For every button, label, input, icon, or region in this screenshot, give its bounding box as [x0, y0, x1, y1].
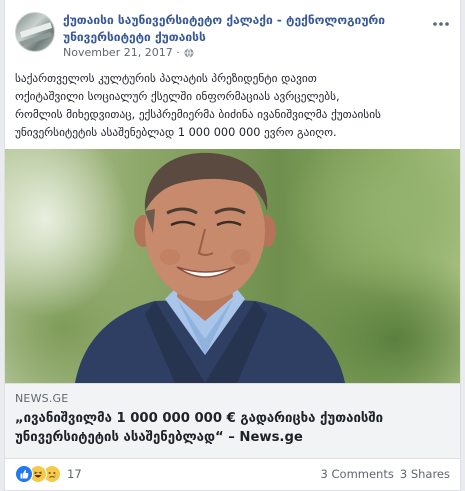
post-card: ქუთაისი საუნივერსიტეტო ქალაქი - ტექნოლოგ…	[4, 0, 461, 491]
comments-count[interactable]: 3 Comments	[321, 467, 394, 481]
person-photo	[75, 152, 345, 383]
reaction-count[interactable]: 17	[67, 467, 82, 481]
reactions-summary[interactable]: 17	[15, 465, 82, 483]
page-avatar[interactable]	[15, 12, 55, 52]
link-preview[interactable]: NEWS.GE „ივანიშვილმა 1 000 000 000 € გად…	[5, 383, 460, 459]
post-text: საქართველოს კულტურის პალატის პრეზიდენტი …	[15, 70, 455, 142]
link-title-line-1[interactable]: „ივანიშვილმა 1 000 000 000 € გადარიცხა ქ…	[15, 409, 453, 428]
post-text-line-4: უნივერსიტეტის ასაშენებლად 1 000 000 000 …	[15, 126, 337, 139]
post-header: ქუთაისი საუნივერსიტეტო ქალაქი - ტექნოლოგ…	[5, 0, 460, 64]
link-title-line-2[interactable]: უნივერსიტეტის ასაშენებლად“ – News.ge	[15, 428, 453, 447]
shares-count[interactable]: 3 Shares	[400, 467, 450, 481]
page-name-line-1[interactable]: ქუთაისი საუნივერსიტეტო ქალაქი - ტექნოლოგ…	[63, 12, 413, 29]
post-stats: 3 Comments 3 Shares	[321, 467, 450, 481]
like-icon	[15, 465, 33, 483]
post-footer: 17 3 Comments 3 Shares	[5, 459, 460, 489]
page-name-line-2[interactable]: უნივერსიტეტი ქუთაისს	[63, 29, 413, 46]
page-name-link[interactable]: ქუთაისი საუნივერსიტეტო ქალაქი - ტექნოლოგ…	[63, 12, 413, 46]
post-date[interactable]: November 21, 2017 ·	[63, 46, 180, 60]
globe-icon	[184, 48, 194, 58]
post-text-line-2: ოქიტაშვილი სოციალურ ქსელში ინფორმაციას ა…	[15, 90, 340, 103]
post-text-line-3: რომლის მიხედვითაც, ექსპრემიერმა ბიძინა ი…	[15, 108, 381, 121]
post-meta: November 21, 2017 ·	[63, 46, 194, 60]
link-title[interactable]: „ივანიშვილმა 1 000 000 000 € გადარიცხა ქ…	[15, 409, 453, 447]
link-domain: NEWS.GE	[15, 392, 69, 405]
post-text-line-1: საქართველოს კულტურის პალატის პრეზიდენტი …	[15, 72, 317, 85]
more-options-icon[interactable]	[432, 14, 450, 26]
link-preview-image[interactable]	[5, 149, 460, 383]
